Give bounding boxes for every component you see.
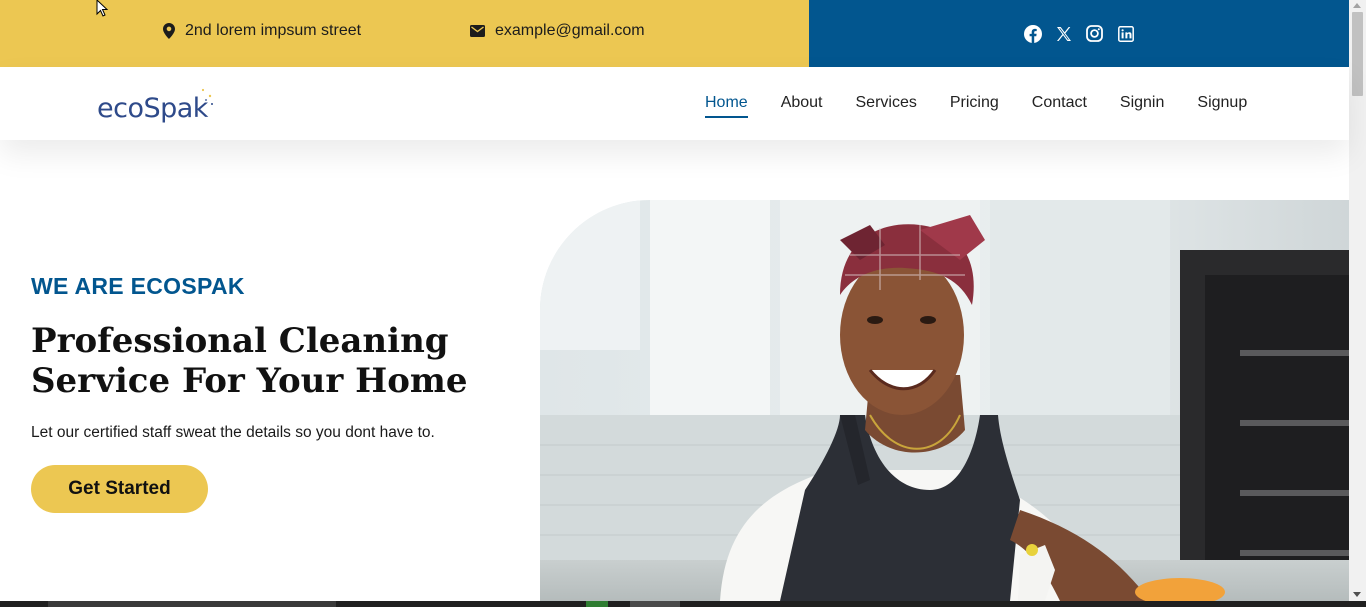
hero-subtitle: Let our certified staff sweat the detail… [31,424,435,441]
scroll-up-icon[interactable] [1353,3,1361,8]
address-item: 2nd lorem impsum street [163,20,361,42]
scroll-down-icon[interactable] [1353,592,1361,597]
get-started-button[interactable]: Get Started [31,465,208,513]
hero-image [540,200,1349,601]
facebook-icon[interactable] [1023,24,1042,43]
mouse-cursor-icon [96,0,109,17]
logo-text: ecoSpak [97,93,208,124]
social-links [809,0,1349,67]
nav-link-services[interactable]: Services [856,93,917,113]
email-item[interactable]: example@gmail.com [470,20,645,42]
instagram-icon[interactable] [1085,24,1104,43]
taskbar-item[interactable] [586,601,608,607]
taskbar-item[interactable] [48,601,336,607]
nav-link-signin[interactable]: Signin [1120,93,1164,113]
top-bar: 2nd lorem impsum street example@gmail.co… [0,0,1349,67]
sparkle-icon [201,88,213,105]
site-logo[interactable]: ecoSpak [97,86,213,124]
location-pin-icon [163,23,175,39]
main-navbar: ecoSpak Home About Services Pricing Cont… [0,67,1349,140]
taskbar [0,601,1366,607]
nav-link-about[interactable]: About [781,93,823,113]
nav-link-contact[interactable]: Contact [1032,93,1087,113]
page-scrollbar[interactable] [1349,0,1366,601]
nav-link-signup[interactable]: Signup [1197,93,1247,113]
email-text[interactable]: example@gmail.com [495,22,645,40]
nav-link-home[interactable]: Home [705,93,748,118]
nav-link-pricing[interactable]: Pricing [950,93,999,113]
taskbar-item[interactable] [630,601,680,607]
linkedin-icon[interactable] [1116,24,1135,43]
address-text: 2nd lorem impsum street [185,22,362,39]
nav-links: Home About Services Pricing Contact Sign… [705,93,1247,118]
hero-title: Professional Cleaning Service For Your H… [31,321,468,401]
scrollbar-thumb[interactable] [1352,12,1363,96]
top-bar-contact: 2nd lorem impsum street example@gmail.co… [0,0,809,67]
x-twitter-icon[interactable] [1054,24,1073,43]
envelope-icon [470,25,485,37]
hero-eyebrow: WE ARE ECOSPAK [31,273,245,299]
